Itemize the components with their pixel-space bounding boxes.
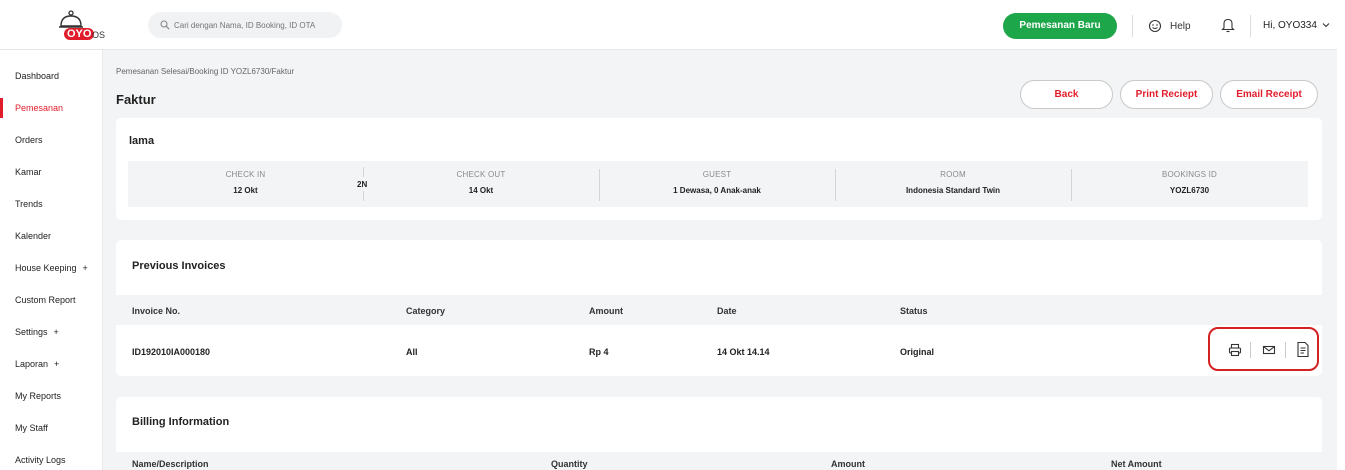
sidebar-item-label: Orders (15, 135, 43, 145)
column-header-status: Status (900, 306, 928, 316)
column-header-amount: Amount (831, 459, 865, 469)
sidebar-item-my-staff[interactable]: My Staff (0, 412, 103, 444)
sidebar-item-my-reports[interactable]: My Reports (0, 380, 103, 412)
sidebar-item-label: House Keeping (15, 263, 77, 273)
guest-name: lama (129, 135, 155, 147)
document-icon[interactable] (1296, 341, 1310, 358)
page-title: Faktur (116, 92, 156, 107)
invoice-status: Original (900, 347, 935, 357)
billing-information-card: Billing Information Name/Description Qua… (116, 397, 1322, 470)
checkout-label: CHECK OUT (456, 170, 506, 179)
search-box[interactable] (148, 12, 342, 38)
expand-icon[interactable]: + (54, 359, 59, 369)
sidebar-item-label: Kalender (15, 231, 52, 241)
checkin-column: CHECK IN 12 Okt (128, 161, 363, 207)
email-receipt-button[interactable]: Email Receipt (1220, 80, 1318, 109)
action-divider (1250, 342, 1251, 358)
table-header: Name/Description Quantity Amount Net Amo… (116, 452, 1322, 470)
expand-icon[interactable]: + (54, 327, 59, 337)
checkout-column: CHECK OUT 14 Okt (363, 161, 599, 207)
previous-invoices-card: Previous Invoices Invoice No. Category A… (116, 240, 1322, 376)
column-header-invoice-no: Invoice No. (132, 306, 181, 316)
sidebar-item-label: Settings (15, 327, 48, 337)
booking-id-label: BOOKINGS ID (1161, 170, 1218, 179)
cloche-icon (59, 10, 83, 28)
logo-brand: OYO (64, 28, 95, 40)
section-title: Billing Information (132, 416, 230, 428)
room-column: ROOM Indonesia Standard Twin (835, 161, 1071, 207)
oyo-logo[interactable]: OYO OS (50, 10, 110, 42)
sidebar-item-label: Trends (15, 199, 43, 209)
guest-value: 1 Dewasa, 0 Anak-anak (673, 186, 761, 195)
header-divider (1132, 15, 1133, 37)
room-label: ROOM (940, 170, 966, 179)
checkout-value: 14 Okt (468, 186, 494, 195)
booking-id-value: YOZL6730 (1169, 186, 1210, 195)
search-icon (160, 20, 170, 30)
sidebar-item-label: Pemesanan (15, 103, 64, 113)
user-greeting: Hi, OYO334 (1263, 20, 1317, 31)
breadcrumb[interactable]: Pemesanan Selesai/Booking ID YOZL6730/Fa… (116, 67, 294, 76)
sidebar-item-kamar[interactable]: Kamar (0, 156, 103, 188)
sidebar-item-label: Custom Report (15, 295, 76, 305)
expand-icon[interactable]: + (83, 263, 88, 273)
column-header-amount: Amount (589, 306, 623, 316)
sidebar-item-trends[interactable]: Trends (0, 188, 103, 220)
guest-column: GUEST 1 Dewasa, 0 Anak-anak (599, 161, 835, 207)
search-input[interactable] (174, 12, 338, 38)
sidebar-item-label: Activity Logs (15, 455, 66, 465)
room-value: Indonesia Standard Twin (905, 186, 1001, 195)
mail-icon[interactable] (1262, 343, 1276, 357)
sidebar-item-label: My Staff (15, 423, 48, 433)
new-booking-button[interactable]: Pemesanan Baru (1003, 13, 1117, 39)
sidebar-item-label: Kamar (15, 167, 42, 177)
sidebar-item-house-keeping[interactable]: House Keeping + (0, 252, 103, 284)
invoice-amount: Rp 4 (589, 347, 609, 357)
section-title: Previous Invoices (132, 260, 226, 272)
invoice-category: All (406, 347, 418, 357)
help-face-icon (1148, 19, 1162, 33)
sidebar-item-activity-logs[interactable]: Activity Logs (0, 444, 103, 470)
print-receipt-button[interactable]: Print Reciept (1120, 80, 1213, 109)
help-label: Help (1170, 21, 1191, 32)
invoice-number: ID192010IA000180 (132, 347, 211, 357)
guest-label: GUEST (702, 170, 732, 179)
column-header-quantity: Quantity (551, 459, 588, 469)
sidebar-item-custom-report[interactable]: Custom Report (0, 284, 103, 316)
sidebar-item-pemesanan[interactable]: Pemesanan (0, 92, 103, 124)
scrollbar[interactable] (1337, 30, 1345, 470)
sidebar-item-laporan[interactable]: Laporan + (0, 348, 103, 380)
printer-icon[interactable] (1228, 343, 1242, 357)
sidebar-item-label: Laporan (15, 359, 49, 369)
chevron-down-icon (1322, 23, 1330, 28)
column-header-net-amount: Net Amount (1111, 459, 1162, 469)
sidebar-item-dashboard[interactable]: Dashboard (0, 60, 103, 92)
checkin-label: CHECK IN (225, 170, 266, 179)
scrollbar-thumb[interactable] (1339, 34, 1343, 464)
table-header: Invoice No. Category Amount Date Status (116, 295, 1322, 325)
sidebar-item-label: My Reports (15, 391, 62, 401)
booking-summary-card: lama CHECK IN 12 Okt 2N CHECK OUT 14 Okt… (116, 118, 1322, 220)
logo-suffix: OS (92, 30, 106, 40)
invoice-date: 14 Okt 14.14 (717, 347, 770, 357)
back-button[interactable]: Back (1020, 80, 1113, 109)
sidebar-item-label: Dashboard (15, 71, 60, 81)
invoice-actions-highlight (1208, 327, 1319, 371)
checkin-value: 12 Okt (233, 186, 258, 195)
sidebar-item-orders[interactable]: Orders (0, 124, 103, 156)
header-divider (1250, 15, 1251, 37)
booking-id-column: BOOKINGS ID YOZL6730 (1071, 161, 1308, 207)
bell-icon[interactable] (1221, 17, 1235, 33)
column-header-name: Name/Description (132, 459, 209, 469)
top-header: OYO OS Pemesanan Baru Help Hi, OYO334 (0, 0, 1345, 50)
sidebar-item-kalender[interactable]: Kalender (0, 220, 103, 252)
sidebar: Dashboard Pemesanan Orders Kamar Trends … (0, 50, 103, 470)
column-header-date: Date (717, 306, 737, 316)
user-menu[interactable]: Hi, OYO334 (1263, 20, 1330, 31)
column-header-category: Category (406, 306, 446, 316)
sidebar-item-settings[interactable]: Settings + (0, 316, 103, 348)
booking-info-strip: CHECK IN 12 Okt 2N CHECK OUT 14 Okt GUES… (128, 161, 1308, 207)
action-divider (1285, 342, 1286, 358)
